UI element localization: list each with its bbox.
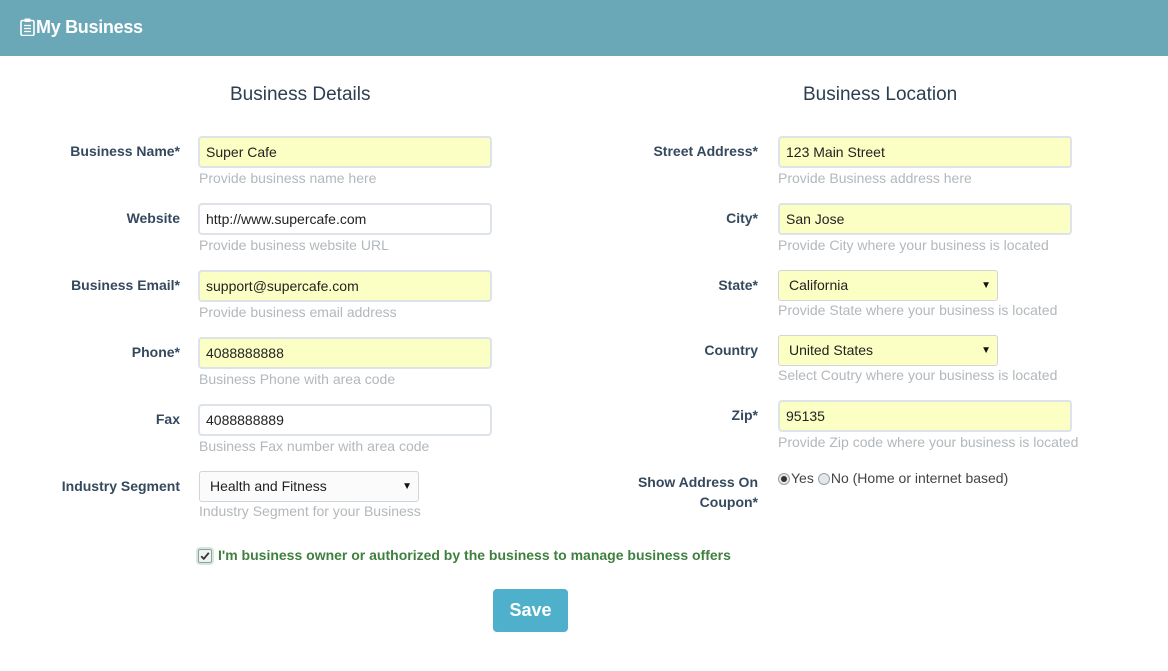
- country-select[interactable]: United States ▼: [778, 335, 998, 366]
- country-value: United States: [789, 342, 874, 358]
- website-label: Website: [126, 210, 180, 226]
- city-help: Provide City where your business is loca…: [778, 237, 1049, 253]
- phone-help: Business Phone with area code: [199, 371, 396, 387]
- fax-help: Business Fax number with area code: [199, 438, 430, 454]
- zip-input[interactable]: [778, 400, 1072, 432]
- business-email-help: Provide business email address: [199, 304, 397, 320]
- state-label: State*: [718, 277, 758, 293]
- street-address-label: Street Address*: [653, 143, 758, 159]
- business-name-label: Business Name*: [70, 143, 180, 159]
- consent-checkbox[interactable]: [198, 549, 212, 563]
- business-email-input[interactable]: [198, 270, 492, 302]
- street-address-help: Provide Business address here: [778, 170, 972, 186]
- caret-down-icon: ▼: [402, 481, 412, 492]
- show-address-radio-group: Yes No (Home or internet based): [778, 469, 1008, 487]
- consent-label[interactable]: I'm business owner or authorized by the …: [218, 547, 731, 563]
- fax-input[interactable]: [198, 404, 492, 436]
- checkmark-icon: [200, 552, 210, 561]
- country-label: Country: [704, 342, 758, 358]
- top-navbar: My Business: [0, 0, 1168, 56]
- clipboard-icon: [20, 18, 36, 36]
- caret-down-icon: ▼: [981, 280, 991, 291]
- business-email-label: Business Email*: [71, 277, 180, 293]
- country-help: Select Coutry where your business is loc…: [778, 367, 1058, 383]
- website-input[interactable]: [198, 203, 492, 235]
- phone-label: Phone*: [131, 344, 180, 360]
- website-help: Provide business website URL: [199, 237, 389, 253]
- business-name-help: Provide business name here: [199, 170, 377, 186]
- business-details-heading: Business Details: [230, 84, 371, 105]
- zip-help: Provide Zip code where your business is …: [778, 434, 1079, 450]
- industry-segment-select[interactable]: Health and Fitness ▼: [199, 471, 419, 502]
- caret-down-icon: ▼: [981, 345, 991, 356]
- industry-segment-help: Industry Segment for your Business: [199, 503, 421, 519]
- state-value: California: [789, 277, 849, 293]
- brand-link[interactable]: My Business: [20, 15, 143, 39]
- city-input[interactable]: [778, 203, 1072, 235]
- city-label: City*: [726, 210, 758, 226]
- state-select[interactable]: California ▼: [778, 270, 998, 301]
- industry-segment-value: Health and Fitness: [210, 478, 327, 494]
- save-button[interactable]: Save: [493, 589, 568, 632]
- business-name-input[interactable]: [198, 136, 492, 168]
- radio-no-label[interactable]: No (Home or internet based): [831, 470, 1008, 486]
- zip-label: Zip*: [731, 407, 758, 423]
- street-address-input[interactable]: [778, 136, 1072, 168]
- industry-segment-label: Industry Segment: [61, 478, 180, 494]
- state-help: Provide State where your business is loc…: [778, 302, 1058, 318]
- radio-no[interactable]: [817, 473, 830, 485]
- radio-yes-label[interactable]: Yes: [791, 470, 814, 486]
- business-location-heading: Business Location: [803, 84, 958, 105]
- fax-label: Fax: [155, 411, 180, 427]
- brand-title: My Business: [36, 16, 143, 37]
- phone-input[interactable]: [198, 337, 492, 369]
- radio-yes[interactable]: [778, 473, 790, 485]
- show-address-label: Show Address On Coupon*: [637, 474, 758, 510]
